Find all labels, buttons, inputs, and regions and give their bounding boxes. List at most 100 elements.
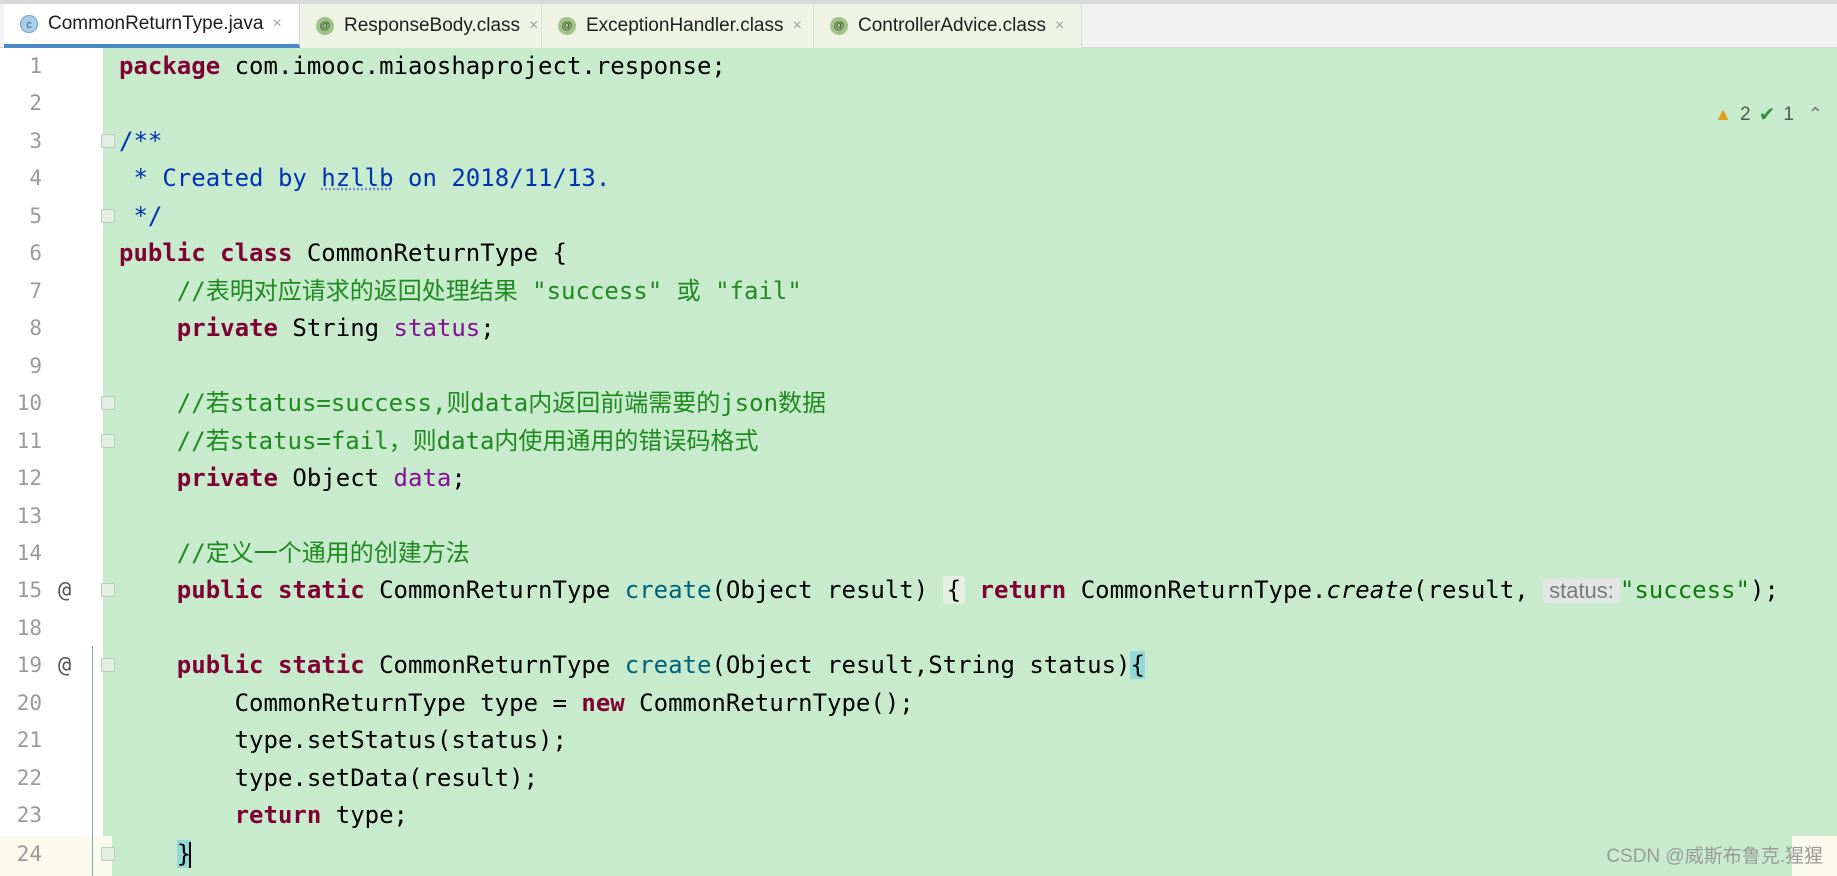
code-token: CommonReturnType. [1066,576,1327,604]
close-icon[interactable]: × [1055,17,1064,35]
tab-responsebody-class[interactable]: @ ResponseBody.class × [300,4,542,48]
code-text: //定义一个通用的创建方法 [119,539,470,567]
code-token: (Object result) [711,576,943,604]
code-text: //表明对应请求的返回处理结果 "success" 或 "fail" [119,277,802,305]
code-text: public static CommonReturnType create(Ob… [119,647,1145,684]
line-number: 10 [16,391,42,415]
keyword: new [581,689,625,717]
code-text: */ [119,202,163,230]
override-marker-icon[interactable]: @ [58,572,71,609]
code-line: 24 } [0,836,1837,873]
tab-controlleradvice-class[interactable]: @ ControllerAdvice.class × [814,4,1082,48]
tab-label: ControllerAdvice.class [858,15,1046,36]
code-text: type.setData(result); [119,760,538,797]
code-line: 11 //若status=fail，则data内使用通用的错误码格式 [0,423,1837,460]
java-class-icon: c [20,15,38,33]
line-number: 5 [29,204,42,228]
tab-label: ResponseBody.class [344,15,521,36]
field-name: status [393,314,481,342]
fold-icon[interactable] [101,134,115,148]
annotation-icon: @ [558,17,576,35]
code-token: CommonReturnType [364,576,625,604]
watermark: CSDN @威斯布鲁克.猩猩 [1606,846,1823,867]
code-token: ); [1749,576,1779,604]
parameter-hint: status: [1543,578,1620,603]
line-number: 21 [16,728,42,752]
code-token: ; [480,314,495,342]
code-line: 23 return type; [0,797,1837,834]
code-text: /** [119,127,163,155]
code-text: //若status=success,则data内返回前端需要的json数据 [119,389,827,417]
code-token: type; [321,801,408,829]
tab-label: CommonReturnType.java [48,13,264,34]
method-call: create [1326,576,1414,604]
comment-token: * Created by [119,164,322,192]
comment-token: on 2018/11/13. [393,164,611,192]
code-line: 2 [0,85,1837,122]
folded-block[interactable]: { [942,576,966,604]
code-line: 7 //表明对应请求的返回处理结果 "success" 或 "fail" [0,273,1837,310]
fold-end-icon[interactable] [101,847,115,861]
close-icon[interactable]: × [272,15,281,33]
fold-end-icon[interactable] [101,209,115,223]
code-token: CommonReturnType { [292,239,567,267]
keyword: public [176,576,264,604]
code-line: 20 CommonReturnType type = new CommonRet… [0,685,1837,722]
fold-icon[interactable] [101,583,115,597]
line-number: 22 [16,766,42,790]
fold-end-icon[interactable] [101,434,115,448]
line-number: 15 [16,578,42,602]
keyword: return [234,801,322,829]
code-line: 8 private String status; [0,310,1837,347]
line-number: 13 [16,504,42,528]
code-text: //若status=fail，则data内使用通用的错误码格式 [119,427,759,455]
code-line: 13 [0,498,1837,535]
field-name: data [393,464,452,492]
code-text: type.setStatus(status); [119,722,567,759]
line-number: 6 [29,241,42,265]
line-number: 24 [16,842,42,866]
code-token: type.setData(result); [234,764,539,792]
code-text: private Object data; [119,460,466,497]
keyword: public [119,239,206,267]
code-text: public static CommonReturnType create(Ob… [119,572,1779,609]
override-marker-icon[interactable]: @ [58,647,71,684]
line-number: 9 [29,354,42,378]
code-text: return type; [119,797,408,834]
code-line: 18 [0,610,1837,647]
fold-icon[interactable] [101,658,115,672]
keyword: static [277,576,365,604]
fold-icon[interactable] [101,396,115,410]
method-name: create [624,576,712,604]
code-editor[interactable]: ▲ 2 ✔ 1 ⌃ 1 package com.imooc.miaoshapro… [0,48,1837,876]
keyword: public [176,651,264,679]
code-line: 1 package com.imooc.miaoshaproject.respo… [0,48,1837,85]
line-number: 2 [29,91,42,115]
code-line: 22 type.setData(result); [0,760,1837,797]
code-line: 9 [0,348,1837,385]
tab-label: ExceptionHandler.class [586,15,784,36]
keyword: class [220,239,293,267]
close-icon[interactable]: × [793,17,802,35]
line-number: 4 [29,166,42,190]
code-line: 15 @ public static CommonReturnType crea… [0,572,1837,609]
code-token: String [277,314,394,342]
line-number: 20 [16,691,42,715]
line-number: 3 [29,129,42,153]
close-icon[interactable]: × [529,17,538,35]
code-line: 4 * Created by hzllb on 2018/11/13. [0,160,1837,197]
tab-commonreturntype-java[interactable]: c CommonReturnType.java × [4,4,300,48]
code-token: CommonReturnType(); [624,689,914,717]
line-number: 7 [29,279,42,303]
tab-exceptionhandler-class[interactable]: @ ExceptionHandler.class × [542,4,814,48]
annotation-icon: @ [830,17,848,35]
code-line: 19 @ public static CommonReturnType crea… [0,647,1837,684]
code-token: CommonReturnType type = [234,689,582,717]
code-token: (Object result,String status) [711,651,1131,679]
string-literal: "success" [1619,576,1750,604]
line-number: 12 [16,466,42,490]
keyword: private [176,464,278,492]
code-line: 14 //定义一个通用的创建方法 [0,535,1837,572]
line-number: 1 [29,54,42,78]
line-number: 8 [29,316,42,340]
